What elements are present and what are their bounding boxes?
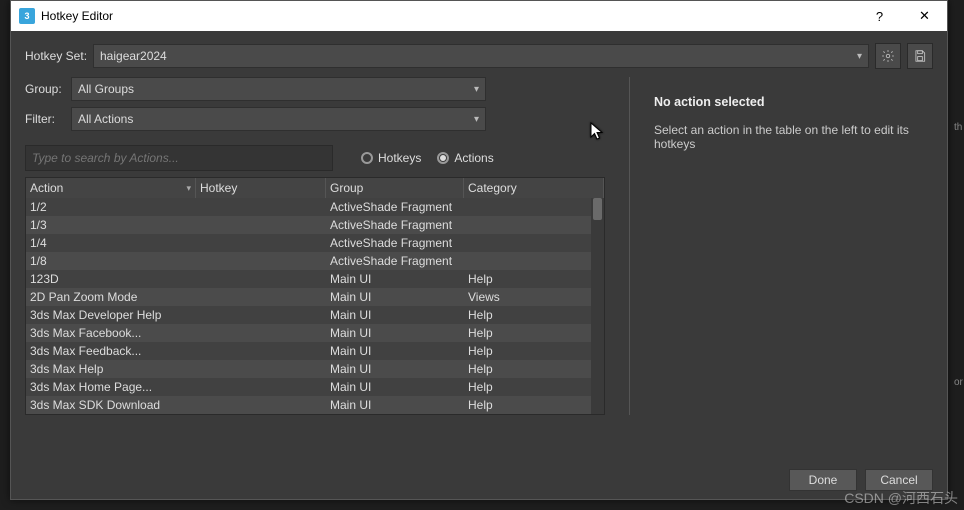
table-row[interactable]: 3ds Max HelpMain UIHelp (26, 360, 604, 378)
table-row[interactable]: 3ds Max SDK DownloadMain UIHelp (26, 396, 604, 414)
col-group[interactable]: Group (326, 178, 464, 198)
group-dropdown[interactable]: All Groups (71, 77, 486, 101)
hotkey-set-dropdown[interactable]: haigear2024 (93, 44, 869, 68)
hotkey-set-label: Hotkey Set: (25, 49, 93, 63)
app-icon: 3 (19, 8, 35, 24)
save-button[interactable] (907, 43, 933, 69)
table-row[interactable]: 1/8ActiveShade Fragment (26, 252, 604, 270)
col-action[interactable]: Action (26, 178, 196, 198)
radio-dot (437, 152, 449, 164)
table-row[interactable]: 1/3ActiveShade Fragment (26, 216, 604, 234)
table-row[interactable]: 1/2ActiveShade Fragment (26, 198, 604, 216)
actions-table: Action Hotkey Group Category 1/2ActiveSh… (25, 177, 605, 415)
group-label: Group: (25, 82, 71, 96)
close-button[interactable]: ✕ (902, 1, 947, 31)
filter-label: Filter: (25, 112, 71, 126)
table-row[interactable]: A360 Cloud Rendering ModeMain UIRender (26, 414, 604, 415)
window-title: Hotkey Editor (41, 9, 857, 23)
hotkey-editor-window: 3 Hotkey Editor ? ✕ Hotkey Set: haigear2… (10, 0, 948, 500)
titlebar[interactable]: 3 Hotkey Editor ? ✕ (11, 1, 947, 31)
scroll-thumb[interactable] (593, 198, 602, 220)
gear-icon (881, 49, 895, 63)
filter-dropdown[interactable]: All Actions (71, 107, 486, 131)
detail-title: No action selected (654, 95, 933, 109)
table-row[interactable]: 3ds Max Home Page...Main UIHelp (26, 378, 604, 396)
watermark: CSDN @河西石头 (844, 488, 958, 508)
save-icon (913, 49, 927, 63)
table-row[interactable]: 2D Pan Zoom ModeMain UIViews (26, 288, 604, 306)
search-input[interactable] (25, 145, 333, 171)
radio-hotkeys[interactable]: Hotkeys (361, 151, 421, 165)
radio-actions[interactable]: Actions (437, 151, 493, 165)
table-row[interactable]: 3ds Max Facebook...Main UIHelp (26, 324, 604, 342)
table-row[interactable]: 3ds Max Feedback...Main UIHelp (26, 342, 604, 360)
table-row[interactable]: 3ds Max Developer HelpMain UIHelp (26, 306, 604, 324)
table-header: Action Hotkey Group Category (26, 178, 604, 198)
settings-button[interactable] (875, 43, 901, 69)
col-hotkey[interactable]: Hotkey (196, 178, 326, 198)
scrollbar[interactable] (591, 198, 604, 414)
vertical-divider (629, 77, 630, 415)
radio-dot (361, 152, 373, 164)
detail-help: Select an action in the table on the lef… (654, 123, 933, 151)
table-row[interactable]: 123DMain UIHelp (26, 270, 604, 288)
detail-panel: No action selected Select an action in t… (654, 77, 933, 415)
table-row[interactable]: 1/4ActiveShade Fragment (26, 234, 604, 252)
help-button[interactable]: ? (857, 1, 902, 31)
col-category[interactable]: Category (464, 178, 604, 198)
